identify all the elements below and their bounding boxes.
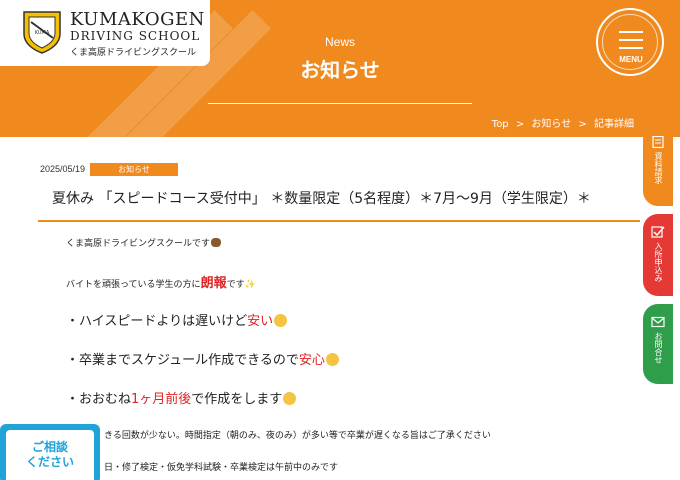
consult-button[interactable]: ご相談 ください: [0, 424, 100, 480]
breadcrumb: Top > お知らせ > 記事詳細: [490, 115, 636, 130]
brand-name: KUMAKOGEN: [70, 9, 205, 30]
title-divider: [38, 220, 640, 222]
body-text: バイトを頑張っている学生の方に: [66, 280, 201, 290]
body-text: くま高原ドライビングスクールです: [66, 239, 211, 249]
breadcrumb-current: 記事詳細: [594, 119, 634, 130]
highlight-text: 1ヶ月前後: [131, 392, 192, 407]
bear-emoji-icon: [211, 238, 222, 247]
consult-label-line2: ください: [25, 455, 74, 469]
category-badge[interactable]: お知らせ: [90, 163, 178, 176]
side-tab-label: 資料請求: [654, 152, 663, 184]
hamburger-icon: [619, 47, 643, 49]
page-title: お知らせ: [300, 58, 380, 82]
breadcrumb-separator: >: [578, 119, 587, 130]
breadcrumb-news[interactable]: お知らせ: [531, 119, 571, 130]
bullet-text: で作成をします: [191, 392, 283, 407]
side-tab-label: 入所申込み: [654, 242, 663, 282]
body-line-news: バイトを頑張っている学生の方に朗報です✨: [66, 272, 256, 291]
consult-label-line1: ご相談: [31, 440, 68, 454]
side-tab-request-docs[interactable]: 資料請求: [643, 124, 673, 206]
highlight-text: 安心: [298, 353, 325, 368]
side-tab-apply[interactable]: 入所申込み: [643, 214, 673, 296]
bullet-text: ・卒業までスケジュール作成できるので: [66, 353, 299, 368]
highlight-text: 朗報: [200, 276, 227, 291]
smile-emoji-icon: [325, 353, 339, 366]
section-title-en: News: [324, 35, 355, 49]
hamburger-icon: [619, 31, 643, 33]
breadcrumb-separator: >: [515, 119, 525, 130]
bullet-duration: ・おおむね1ヶ月前後で作成をします: [66, 388, 297, 407]
mail-icon: [651, 316, 665, 328]
consult-label: ご相談 ください: [6, 440, 94, 470]
smile-emoji-icon: [274, 314, 288, 327]
body-line-intro: くま高原ドライビングスクールです: [66, 236, 222, 249]
bullet-schedule: ・卒業までスケジュール作成できるので安心: [66, 349, 339, 368]
menu-button[interactable]: MENU: [596, 8, 664, 76]
side-tab-contact[interactable]: お問合せ: [643, 304, 673, 384]
side-tab-label: お問合せ: [654, 332, 663, 364]
page-header: KUMA KUMAKOGEN DRIVING SCHOOL くま高原ドライビング…: [0, 0, 680, 137]
post-date: 2025/05/19: [40, 164, 86, 174]
smile-emoji-icon: [283, 392, 297, 405]
document-icon: [652, 136, 664, 148]
body-line-exams: 日・修了検定・仮免学科試験・卒業検定は午前中のみです: [104, 463, 339, 473]
menu-label: MENU: [619, 55, 643, 64]
checkbox-icon: [651, 226, 665, 238]
body-text: です: [226, 280, 245, 290]
breadcrumb-top[interactable]: Top: [492, 119, 509, 130]
highlight-text: 安い: [247, 314, 274, 329]
bullet-text: ・ハイスピードよりは遅いけど: [66, 314, 248, 329]
hamburger-icon: [619, 39, 643, 41]
article-title: 夏休み 「スピードコース受付中」 ＊数量限定（5名程度）＊7月～9月（学生限定）…: [52, 191, 591, 207]
title-underline: [208, 103, 472, 104]
body-line-note: きる回数が少ない。時間指定（朝のみ、夜のみ）が多い等で卒業が遅くなる旨はご了承く…: [104, 431, 491, 441]
bullet-cheap: ・ハイスピードよりは遅いけど安い: [66, 310, 288, 329]
bullet-text: ・おおむね: [66, 392, 132, 407]
sparkles-emoji-icon: ✨: [244, 280, 256, 290]
